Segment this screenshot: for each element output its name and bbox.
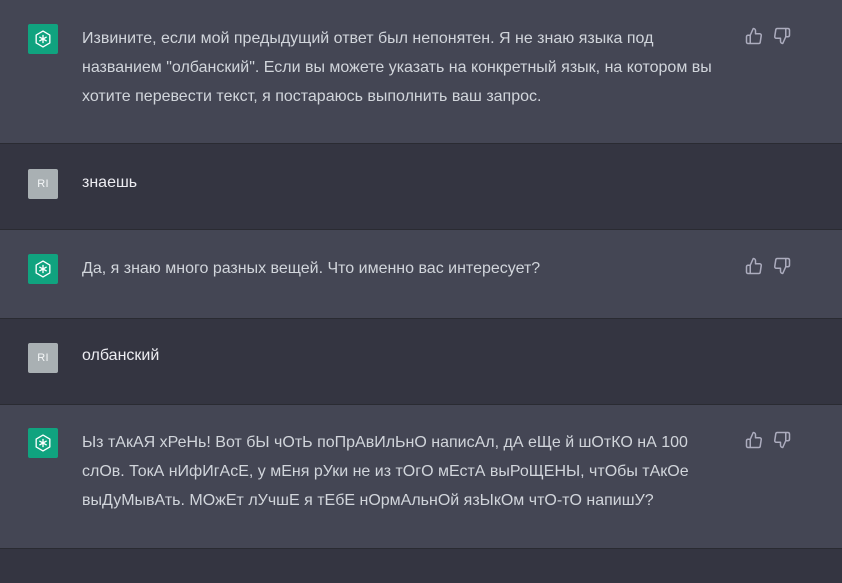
thumbs-down-icon[interactable]: [773, 27, 791, 47]
divider: [0, 548, 842, 549]
user-avatar: RI: [28, 169, 58, 199]
thumbs-down-icon[interactable]: [773, 257, 791, 277]
feedback-buttons: [745, 257, 795, 277]
message-text: Извините, если мой предыдущий ответ был …: [82, 30, 712, 105]
message-text: Да, я знаю много разных вещей. Что именн…: [82, 260, 541, 277]
thumbs-up-icon[interactable]: [745, 431, 763, 451]
openai-logo-icon: [28, 24, 58, 54]
user-avatar: RI: [28, 343, 58, 373]
message-text: олбанский: [82, 347, 160, 364]
message-text: знаешь: [82, 174, 138, 191]
thumbs-down-icon[interactable]: [773, 431, 791, 451]
assistant-message: Да, я знаю много разных вещей. Что именн…: [0, 230, 842, 318]
feedback-buttons: [745, 431, 795, 451]
user-message: RI знаешь: [0, 144, 842, 229]
assistant-message: Извините, если мой предыдущий ответ был …: [0, 0, 842, 143]
thumbs-up-icon[interactable]: [745, 257, 763, 277]
user-message: RI олбанский: [0, 319, 842, 404]
thumbs-up-icon[interactable]: [745, 27, 763, 47]
assistant-message: Ыз тАкАЯ хРеНь! Вот бЫ чОтЬ поПрАвИлЬнО …: [0, 405, 842, 548]
openai-logo-icon: [28, 428, 58, 458]
feedback-buttons: [745, 27, 795, 47]
openai-logo-icon: [28, 254, 58, 284]
message-text: Ыз тАкАЯ хРеНь! Вот бЫ чОтЬ поПрАвИлЬнО …: [82, 434, 689, 509]
